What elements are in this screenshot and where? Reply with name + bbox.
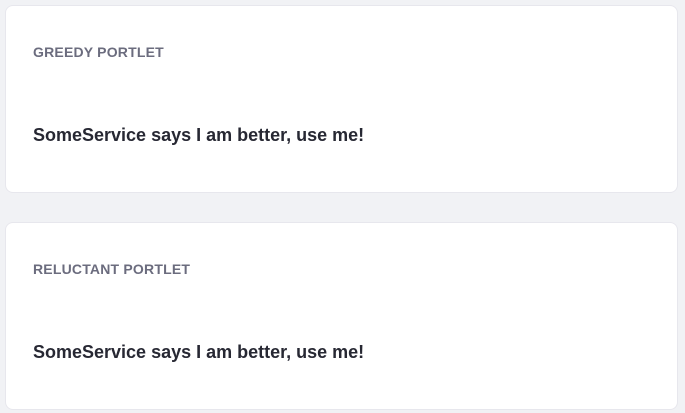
portlet-message: SomeService says I am better, use me! xyxy=(33,125,365,145)
greedy-portlet: GREEDY PORTLET SomeService says I am bet… xyxy=(5,5,678,193)
reluctant-portlet: RELUCTANT PORTLET SomeService says I am … xyxy=(5,222,678,410)
portlet-title: GREEDY PORTLET xyxy=(33,44,164,60)
portlet-message: SomeService says I am better, use me! xyxy=(33,342,365,362)
portlet-title: RELUCTANT PORTLET xyxy=(33,261,191,277)
